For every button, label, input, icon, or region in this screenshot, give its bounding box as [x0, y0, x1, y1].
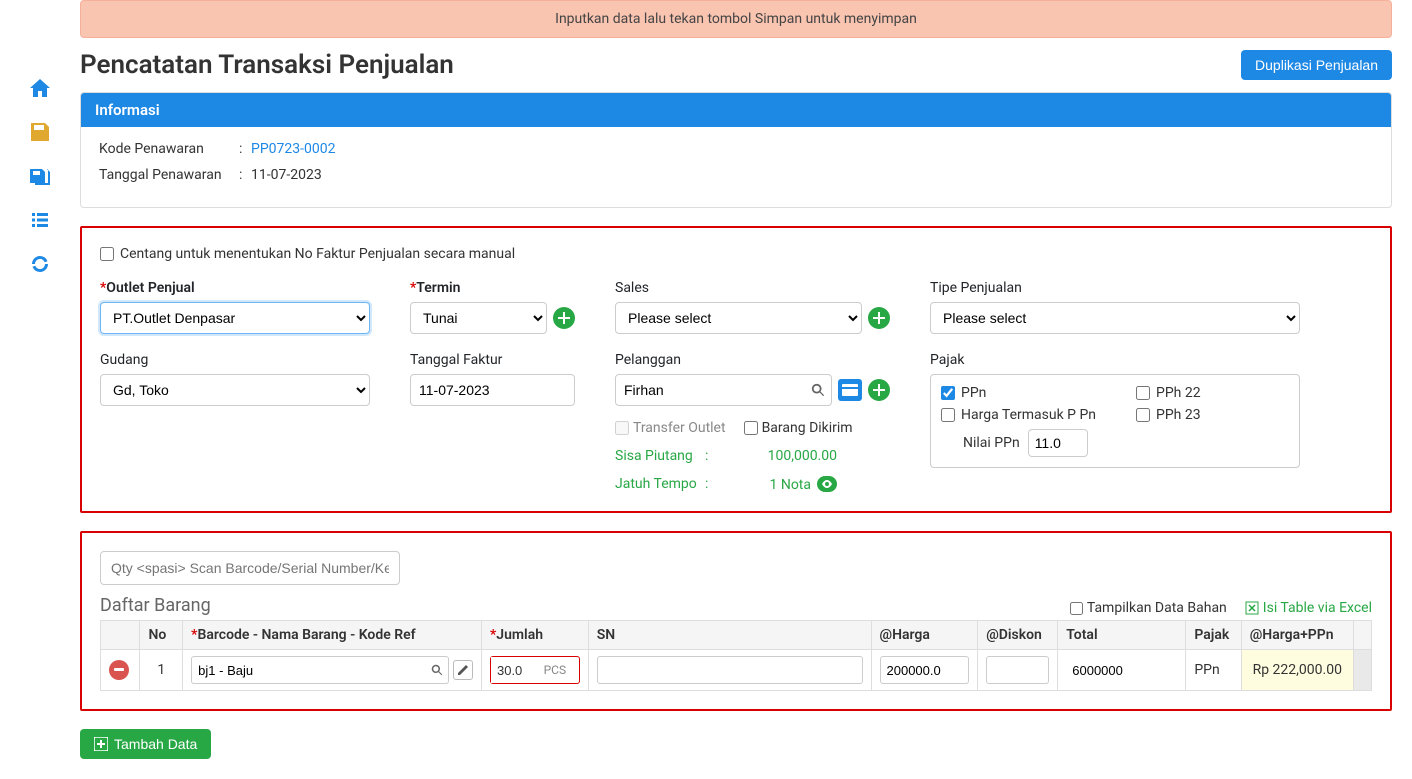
gudang-label: Gudang	[100, 352, 370, 368]
tanggal-penawaran-label: Tanggal Penawaran	[99, 167, 239, 183]
delete-row-button[interactable]	[109, 660, 129, 680]
duplikasi-button[interactable]: Duplikasi Penjualan	[1241, 50, 1392, 80]
nilai-ppn-label: Nilai PPn	[963, 435, 1020, 451]
jatuh-tempo-value: 1 Nota	[717, 476, 837, 493]
info-panel-title: Informasi	[81, 93, 1391, 127]
gudang-select[interactable]: Gd, Toko	[100, 374, 370, 406]
row-pajak: PPn	[1186, 650, 1241, 691]
tanggal-faktur-label: Tanggal Faktur	[410, 352, 575, 368]
transfer-outlet-label: Transfer Outlet	[633, 420, 726, 436]
pajak-label: Pajak	[930, 352, 1300, 368]
pph23-checkbox[interactable]	[1136, 408, 1150, 422]
col-sn: SN	[588, 621, 871, 650]
barcode-input[interactable]	[191, 656, 449, 684]
sidebar	[0, 0, 80, 779]
jumlah-input[interactable]	[491, 657, 544, 683]
daftar-barang-box: Daftar Barang Tampilkan Data Bahan Isi T…	[80, 531, 1392, 711]
search-icon[interactable]	[811, 383, 825, 397]
add-sales-button[interactable]	[868, 307, 890, 329]
manual-faktur-label: Centang untuk menentukan No Faktur Penju…	[120, 246, 515, 262]
tampilkan-bahan-checkbox[interactable]	[1070, 602, 1083, 615]
sisa-piutang-value: 100,000.00	[717, 448, 837, 464]
plus-icon	[94, 737, 108, 751]
ppn-checkbox[interactable]	[941, 386, 955, 400]
list-icon[interactable]	[27, 207, 53, 233]
termin-label: *Termin	[410, 280, 575, 296]
ppn-label: PPn	[961, 385, 986, 401]
tanggal-penawaran-value: 11-07-2023	[251, 167, 322, 183]
row-no: 1	[140, 650, 183, 691]
termin-select[interactable]: Tunai	[410, 302, 547, 334]
manual-faktur-checkbox[interactable]	[100, 247, 114, 261]
card-icon[interactable]	[838, 379, 862, 401]
daftar-barang-table: No *Barcode - Nama Barang - Kode Ref *Ju…	[100, 620, 1372, 691]
info-panel: Informasi Kode Penawaran : PP0723-0002 T…	[80, 92, 1392, 208]
harga-termasuk-label: Harga Termasuk P Pn	[961, 407, 1096, 423]
transaction-form-box: Centang untuk menentukan No Faktur Penju…	[80, 226, 1392, 513]
unit-label: PCS	[544, 663, 573, 677]
isi-excel-link[interactable]: Isi Table via Excel	[1245, 600, 1372, 616]
pelanggan-input[interactable]	[615, 374, 832, 406]
pelanggan-label: Pelanggan	[615, 352, 890, 368]
col-total: Total	[1058, 621, 1186, 650]
kode-penawaran-label: Kode Penawaran	[99, 141, 239, 157]
col-barcode: *Barcode - Nama Barang - Kode Ref	[183, 621, 482, 650]
sales-select[interactable]: Please select	[615, 302, 862, 334]
outlet-select[interactable]: PT.Outlet Denpasar	[100, 302, 370, 334]
save-all-icon[interactable]	[27, 163, 53, 189]
tampilkan-bahan-label: Tampilkan Data Bahan	[1087, 600, 1227, 616]
diskon-input[interactable]	[986, 656, 1049, 684]
save-icon[interactable]	[27, 119, 53, 145]
sn-input[interactable]	[597, 656, 863, 684]
tipe-select[interactable]: Please select	[930, 302, 1300, 334]
harga-input[interactable]	[880, 656, 970, 684]
total-value	[1066, 656, 1177, 684]
alert-banner: Inputkan data lalu tekan tombol Simpan u…	[80, 0, 1392, 38]
kode-penawaran-link[interactable]: PP0723-0002	[251, 141, 335, 157]
barang-dikirim-label: Barang Dikirim	[762, 420, 853, 436]
add-termin-button[interactable]	[553, 307, 575, 329]
sisa-piutang-label: Sisa Piutang	[615, 448, 705, 464]
daftar-title: Daftar Barang	[100, 595, 211, 616]
table-row: 1	[101, 650, 1372, 691]
edit-item-button[interactable]	[453, 660, 473, 680]
barang-dikirim-checkbox[interactable]	[744, 421, 758, 435]
refresh-icon[interactable]	[27, 251, 53, 277]
tanggal-faktur-input[interactable]	[410, 374, 575, 406]
harga-termasuk-checkbox[interactable]	[941, 408, 955, 422]
col-jumlah: *Jumlah	[481, 621, 588, 650]
col-hppn: @Harga+PPn	[1241, 621, 1353, 650]
home-icon[interactable]	[27, 75, 53, 101]
transfer-outlet-checkbox	[615, 421, 629, 435]
pph22-label: PPh 22	[1156, 385, 1201, 401]
tipe-label: Tipe Penjualan	[930, 280, 1300, 296]
nilai-ppn-input[interactable]	[1028, 429, 1088, 457]
jatuh-tempo-label: Jatuh Tempo	[615, 476, 705, 493]
col-pajak: Pajak	[1186, 621, 1241, 650]
add-pelanggan-button[interactable]	[868, 379, 890, 401]
col-harga: @Harga	[871, 621, 978, 650]
pph23-label: PPh 23	[1156, 407, 1201, 423]
excel-icon	[1245, 601, 1259, 615]
search-icon[interactable]	[431, 664, 443, 676]
outlet-label: *Outlet Penjual	[100, 280, 370, 296]
scan-input[interactable]	[100, 551, 400, 585]
col-diskon: @Diskon	[978, 621, 1058, 650]
sales-label: Sales	[615, 280, 890, 296]
pph22-checkbox[interactable]	[1136, 386, 1150, 400]
page-title: Pencatatan Transaksi Penjualan	[80, 50, 454, 80]
col-no: No	[140, 621, 183, 650]
pajak-box: PPn Harga Termasuk P Pn Nilai PPn PPh 22…	[930, 374, 1300, 468]
eye-icon[interactable]	[817, 476, 837, 492]
row-hppn: Rp 222,000.00	[1241, 650, 1353, 691]
